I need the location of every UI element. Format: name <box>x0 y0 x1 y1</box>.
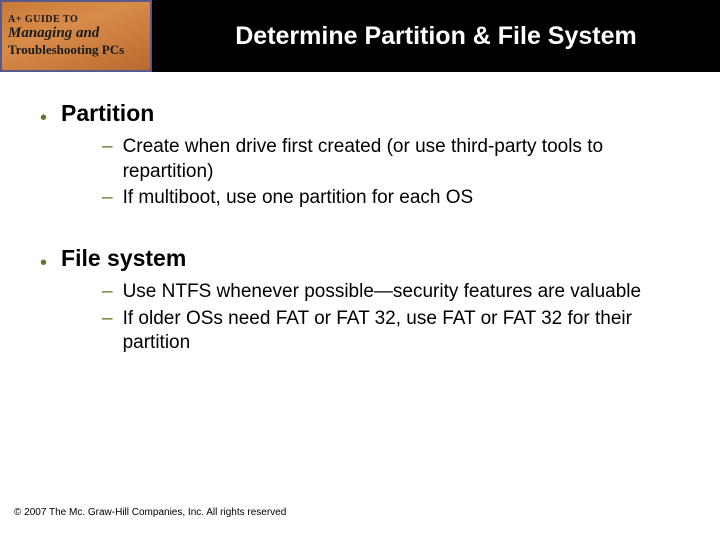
dash-icon: – <box>102 186 113 211</box>
logo-line3: Troubleshooting PCs <box>8 42 144 58</box>
sub-text: Create when drive first created (or use … <box>123 135 690 184</box>
list-item: – Use NTFS whenever possible—security fe… <box>102 280 690 305</box>
book-logo: A+ GUIDE TO Managing and Troubleshooting… <box>0 0 152 72</box>
dash-icon: – <box>102 307 113 332</box>
dash-icon: – <box>102 135 113 160</box>
bullet-heading: File system <box>61 245 186 272</box>
sub-text: Use NTFS whenever possible—security feat… <box>123 280 690 305</box>
slide-header: A+ GUIDE TO Managing and Troubleshooting… <box>0 0 720 72</box>
logo-line2: Managing and <box>8 25 144 42</box>
sub-list-partition: – Create when drive first created (or us… <box>102 135 690 211</box>
logo-line1: A+ GUIDE TO <box>8 14 144 25</box>
dash-icon: – <box>102 280 113 305</box>
copyright-footer: © 2007 The Mc. Graw-Hill Companies, Inc.… <box>14 507 286 518</box>
list-item: – If older OSs need FAT or FAT 32, use F… <box>102 307 690 356</box>
sub-text: If multiboot, use one partition for each… <box>123 186 690 211</box>
bullet-heading: Partition <box>61 100 154 127</box>
bullet-filesystem: • File system <box>40 245 690 272</box>
title-bar: Determine Partition & File System <box>152 0 720 72</box>
sub-list-filesystem: – Use NTFS whenever possible—security fe… <box>102 280 690 356</box>
slide-title: Determine Partition & File System <box>235 22 637 51</box>
slide-content: • Partition – Create when drive first cr… <box>0 72 720 356</box>
bullet-icon: • <box>40 108 47 128</box>
sub-text: If older OSs need FAT or FAT 32, use FAT… <box>123 307 690 356</box>
bullet-icon: • <box>40 253 47 273</box>
list-item: – If multiboot, use one partition for ea… <box>102 186 690 211</box>
list-item: – Create when drive first created (or us… <box>102 135 690 184</box>
bullet-partition: • Partition <box>40 100 690 127</box>
